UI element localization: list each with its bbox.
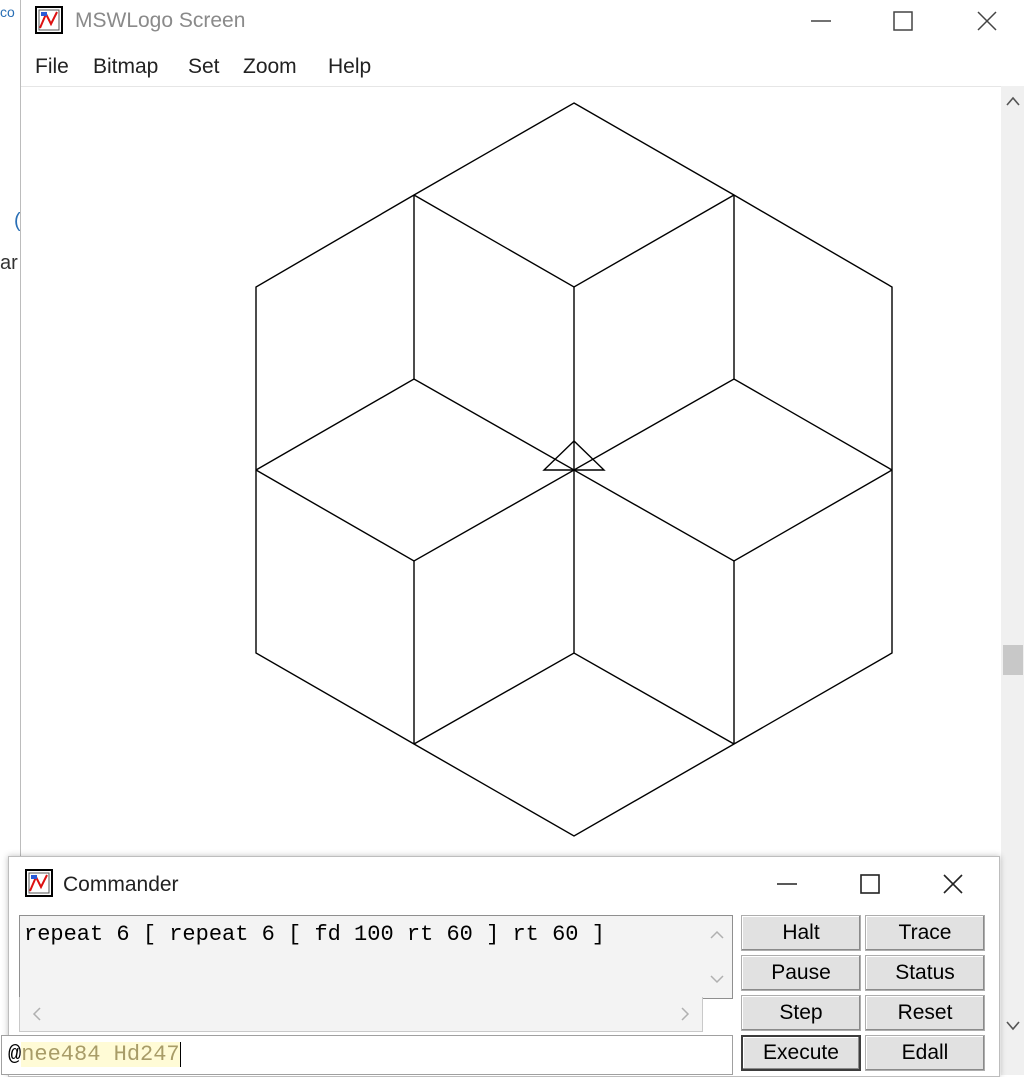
execute-button[interactable]: Execute (741, 1035, 861, 1071)
menu-zoom[interactable]: Zoom (241, 55, 299, 79)
history-scroll-arrows (710, 930, 724, 984)
menu-bitmap[interactable]: Bitmap (91, 55, 160, 79)
status-button[interactable]: Status (865, 955, 985, 991)
menu-bar: File Bitmap Set Zoom Help (21, 46, 1024, 86)
history-entry[interactable]: repeat 6 [ repeat 6 [ fd 100 rt 60 ] rt … (24, 922, 605, 947)
input-value: nee484 Hd247 (21, 1042, 180, 1067)
maximize-button[interactable] (871, 0, 935, 42)
scrollbar-thumb[interactable] (1003, 645, 1023, 675)
text-cursor (179, 1042, 181, 1067)
menu-file[interactable]: File (33, 55, 71, 79)
command-history-list[interactable]: repeat 6 [ repeat 6 [ fd 100 rt 60 ] rt … (19, 915, 733, 999)
drawing-canvas[interactable] (21, 86, 1001, 857)
commander-maximize-button[interactable] (838, 857, 902, 911)
background-text-fragment: ar (0, 252, 18, 274)
background-text-fragment: co (0, 4, 15, 20)
mswlogo-app-icon (35, 6, 63, 34)
minimize-icon (811, 20, 831, 22)
close-icon (977, 11, 997, 31)
vertical-scrollbar[interactable] (1001, 86, 1024, 1075)
scroll-down-button[interactable] (1001, 1011, 1024, 1041)
maximize-icon (860, 874, 880, 894)
commander-title-bar[interactable]: Commander (9, 857, 999, 911)
commander-window: Commander repeat 6 [ repeat 6 [ fd 100 r… (1, 856, 1000, 1077)
title-bar[interactable]: MSWLogo Screen (21, 0, 1024, 42)
window-title: MSWLogo Screen (75, 9, 246, 32)
history-vertical-scrollbar[interactable] (702, 916, 732, 996)
maximize-icon (893, 11, 913, 31)
close-icon (943, 874, 963, 894)
reset-button[interactable]: Reset (865, 995, 985, 1031)
turtle-graphics-drawing (255, 102, 893, 837)
commander-minimize-button[interactable] (755, 857, 819, 911)
pause-button[interactable]: Pause (741, 955, 861, 991)
minimize-icon (777, 883, 797, 885)
menu-set[interactable]: Set (186, 55, 222, 79)
command-input[interactable]: @nee484 Hd247 (1, 1035, 733, 1075)
commander-title: Commander (63, 873, 179, 896)
halt-button[interactable]: Halt (741, 915, 861, 951)
menu-help[interactable]: Help (326, 55, 373, 79)
rhombus-edges (413, 194, 735, 288)
commander-app-icon (25, 869, 53, 897)
commander-close-button[interactable] (921, 857, 985, 911)
trace-button[interactable]: Trace (865, 915, 985, 951)
step-button[interactable]: Step (741, 995, 861, 1031)
input-prefix: @ (8, 1042, 22, 1067)
chevron-up-icon (1006, 96, 1020, 106)
chevron-down-icon (1006, 1021, 1020, 1031)
close-button[interactable] (955, 0, 1019, 42)
history-horizontal-scrollbar[interactable] (19, 997, 703, 1032)
edall-button[interactable]: Edall (865, 1035, 985, 1071)
horizontal-scroll-arrows (32, 1007, 690, 1021)
minimize-button[interactable] (789, 0, 853, 42)
scroll-up-button[interactable] (1001, 86, 1024, 116)
